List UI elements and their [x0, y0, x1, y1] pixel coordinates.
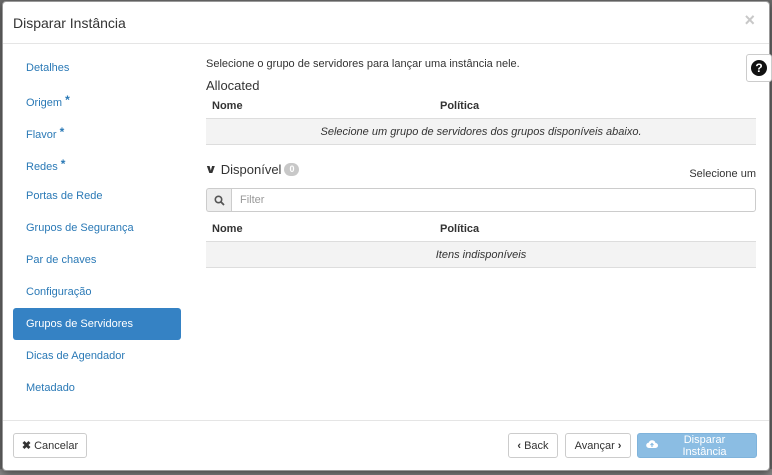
- column-header-policy[interactable]: Política: [434, 93, 756, 119]
- nav-item-configura-o[interactable]: Configuração: [13, 276, 181, 308]
- allocated-empty-message: Selecione um grupo de servidores dos gru…: [206, 118, 756, 145]
- required-marker: *: [59, 125, 65, 139]
- nav-item-label: Grupos de Segurança: [26, 222, 134, 234]
- nav-item-dicas-de-agendador[interactable]: Dicas de Agendador: [13, 340, 181, 372]
- nav-item-label: Redes: [26, 161, 58, 173]
- chevron-left-icon: ‹: [517, 439, 522, 452]
- allocated-empty-row: Selecione um grupo de servidores dos gru…: [206, 118, 756, 145]
- nav-item-label: Par de chaves: [26, 254, 97, 266]
- launch-label: Disparar Instância: [682, 433, 727, 458]
- available-table: Nome Política Itens indisponíveis: [206, 216, 756, 268]
- select-one-hint: Selecione um: [689, 168, 756, 180]
- column-header-name[interactable]: Nome: [206, 216, 434, 242]
- chevron-down-icon: ∨: [204, 162, 218, 176]
- cloud-upload-icon: [646, 439, 658, 452]
- server-groups-step: Selecione o grupo de servidores para lan…: [204, 44, 772, 268]
- nav-item-label: Grupos de Servidores: [26, 318, 133, 330]
- nav-item-label: Origem: [26, 97, 63, 109]
- close-icon[interactable]: ×: [744, 11, 755, 29]
- nav-item-label: Portas de Rede: [26, 190, 103, 202]
- question-icon: ?: [751, 60, 767, 76]
- available-header-row: Nome Política: [206, 216, 756, 242]
- nav-item-metadado[interactable]: Metadado: [13, 372, 181, 404]
- cancel-button[interactable]: ✖ Cancelar: [13, 433, 87, 458]
- available-toggle[interactable]: ∨ Disponível 0: [204, 161, 300, 177]
- search-icon: [206, 188, 231, 212]
- nav-item-detalhes[interactable]: Detalhes: [13, 52, 181, 84]
- dialog-header: Disparar Instância ×: [3, 2, 769, 44]
- nav-item-redes[interactable]: Redes *: [13, 148, 181, 180]
- available-count-badge: 0: [284, 162, 300, 176]
- dialog-footer: ✖ Cancelar ‹ Back Avançar › Disparar Ins…: [3, 420, 769, 470]
- nav-item-grupos-de-seguran-a[interactable]: Grupos de Segurança: [13, 212, 181, 244]
- dialog-body: Detalhes Origem * Flavor * Redes * Portas de Re…: [3, 44, 772, 422]
- nav-item-label: Detalhes: [26, 62, 70, 74]
- available-header: ∨ Disponível 0 Selecione um: [204, 159, 756, 181]
- next-button[interactable]: Avançar ›: [565, 433, 631, 458]
- nav-item-label: Metadado: [26, 382, 75, 394]
- wizard-nav: Detalhes Origem * Flavor * Redes * Portas de Re…: [13, 52, 181, 404]
- available-empty-message: Itens indisponíveis: [206, 241, 756, 268]
- nav-item-par-de-chaves[interactable]: Par de chaves: [13, 244, 181, 276]
- launch-instance-dialog: Disparar Instância × Detalhes Origem * Flav…: [2, 1, 772, 471]
- required-marker: *: [60, 157, 66, 171]
- nav-item-grupos-de-servidores[interactable]: Grupos de Servidores: [13, 308, 181, 340]
- nav-item-flavor[interactable]: Flavor *: [13, 116, 181, 148]
- nav-item-label: Dicas de Agendador: [26, 350, 126, 362]
- back-button[interactable]: ‹ Back: [508, 433, 558, 458]
- filter-input[interactable]: [231, 188, 756, 212]
- column-header-name[interactable]: Nome: [206, 93, 434, 119]
- help-button[interactable]: ?: [746, 54, 772, 82]
- allocated-header-row: Nome Política: [206, 93, 756, 119]
- launch-instance-button[interactable]: Disparar Instância: [637, 433, 757, 458]
- nav-item-portas-de-rede[interactable]: Portas de Rede: [13, 180, 181, 212]
- allocated-table: Nome Política Selecione um grupo de serv…: [206, 93, 756, 145]
- nav-item-label: Flavor: [26, 129, 57, 141]
- cancel-label: Cancelar: [34, 439, 79, 452]
- column-header-policy[interactable]: Política: [434, 216, 756, 242]
- available-title: Disponível: [220, 161, 282, 177]
- next-label: Avançar: [574, 439, 615, 452]
- available-empty-row: Itens indisponíveis: [206, 241, 756, 268]
- nav-item-origem[interactable]: Origem *: [13, 84, 181, 116]
- required-marker: *: [65, 93, 70, 107]
- chevron-right-icon: ›: [617, 439, 622, 452]
- close-icon: ✖: [21, 440, 32, 452]
- nav-item-label: Configuração: [26, 286, 92, 298]
- help-text: Selecione o grupo de servidores para lan…: [206, 58, 520, 70]
- dialog-title: Disparar Instância: [13, 15, 126, 31]
- back-label: Back: [524, 439, 549, 452]
- allocated-title: Allocated: [206, 78, 260, 93]
- filter-group: [206, 188, 756, 212]
